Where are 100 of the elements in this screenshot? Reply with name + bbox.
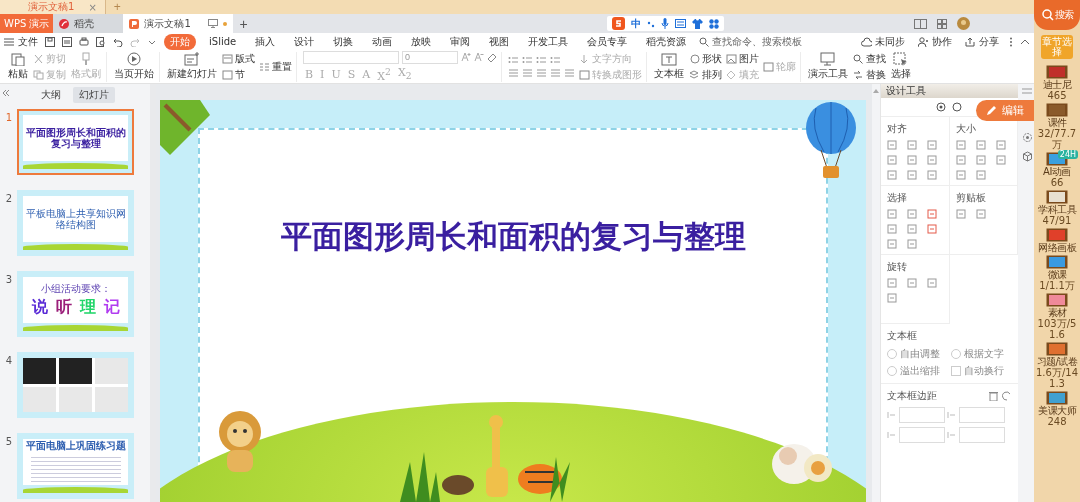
layout-tool-icon[interactable]	[955, 140, 966, 150]
menu-tab[interactable]: 设计	[288, 33, 321, 50]
layout-tool-icon[interactable]	[887, 278, 897, 288]
layout-tool-icon[interactable]	[887, 140, 897, 150]
resource-item[interactable]: 习题/试卷 1.6万/141.3	[1034, 342, 1080, 389]
menu-tab[interactable]: 插入	[249, 33, 282, 50]
shrink-font-icon[interactable]	[474, 52, 484, 63]
radio-option[interactable]: 溢出缩排	[887, 364, 949, 378]
layout-tool-icon[interactable]	[955, 209, 966, 219]
text-box-button[interactable]: 文本框	[653, 52, 685, 81]
menu-tab[interactable]: 稻壳资源	[640, 33, 693, 50]
print-preview-icon[interactable]	[96, 36, 106, 47]
layout-tool-icon[interactable]	[995, 155, 1006, 165]
layout-tool-icon[interactable]	[927, 224, 937, 234]
new-slide-button[interactable]: 新建幻灯片	[166, 52, 218, 81]
menu-tab[interactable]: iSlide	[203, 35, 243, 48]
eraser-icon[interactable]	[487, 52, 497, 63]
margin-spin-field[interactable]	[959, 407, 1005, 423]
resource-item[interactable]: 学科工具 47/91	[1034, 190, 1080, 226]
paragraph-align-icon[interactable]	[522, 67, 533, 78]
layout-tool-icon[interactable]	[975, 209, 986, 219]
print-icon[interactable]	[79, 36, 89, 47]
select-button[interactable]: 选择	[890, 52, 912, 81]
menu-tab[interactable]: 动画	[366, 33, 399, 50]
grow-font-icon[interactable]	[461, 52, 471, 63]
play-from-current-button[interactable]: 当页开始	[113, 52, 155, 81]
save-icon[interactable]	[45, 36, 55, 47]
layout-tool-icon[interactable]	[887, 209, 897, 219]
font-name-field[interactable]	[303, 50, 399, 64]
menu-tab[interactable]: 切换	[327, 33, 360, 50]
microphone-icon[interactable]	[661, 18, 669, 29]
more-options-icon[interactable]	[1009, 36, 1013, 47]
monitor-icon[interactable]	[208, 19, 219, 28]
panel-menu-icon[interactable]	[1022, 88, 1033, 94]
toolbar-action[interactable]: 分享	[962, 34, 1002, 49]
layout-tool-icon[interactable]	[907, 170, 917, 180]
undo-icon[interactable]	[113, 36, 123, 47]
document-tab[interactable]: 稻壳	[53, 14, 124, 33]
layout-tool-icon[interactable]	[887, 155, 897, 165]
cube-icon[interactable]	[1021, 151, 1033, 162]
reset-button[interactable]: 重置	[259, 59, 292, 74]
resource-item[interactable]: 美课大师 248	[1034, 391, 1080, 427]
panel-tab[interactable]: 大纲	[35, 87, 67, 103]
margin-spin-field[interactable]	[959, 427, 1005, 443]
paragraph-align-icon[interactable]	[536, 67, 547, 78]
slide-thumbnail[interactable]: 平面电脑上巩固练习题	[17, 433, 134, 499]
resource-item[interactable]: 迪士尼 465	[1034, 65, 1080, 101]
list-format-icon[interactable]	[550, 55, 561, 66]
grid-icon[interactable]	[709, 18, 719, 29]
shirt-icon[interactable]	[692, 18, 703, 29]
avatar-icon[interactable]	[957, 17, 970, 30]
layout-tool-icon[interactable]	[955, 155, 966, 165]
layout-tool-icon[interactable]	[907, 278, 917, 288]
window-layout-icon[interactable]	[914, 18, 927, 29]
resource-item[interactable]: AI动画 66 24H	[1034, 152, 1080, 188]
shape-button[interactable]: 形状	[689, 51, 722, 66]
paste-button[interactable]: 粘贴	[7, 52, 29, 81]
arrange-button[interactable]: 排列	[689, 67, 722, 82]
margin-spin-field[interactable]	[899, 407, 945, 423]
layout-tool-icon[interactable]	[927, 170, 937, 180]
layout-tool-icon[interactable]	[887, 293, 897, 303]
paragraph-align-icon[interactable]	[564, 67, 575, 78]
layout-tool-icon[interactable]	[975, 140, 986, 150]
document-tab[interactable]: 演示文稿1	[123, 14, 234, 33]
redo-icon[interactable]	[130, 36, 140, 47]
new-tab-button[interactable]: +	[233, 14, 254, 33]
collapse-panel-icon[interactable]	[2, 89, 10, 97]
layout-tool-icon[interactable]	[907, 140, 917, 150]
target-icon[interactable]	[936, 102, 947, 112]
menu-tab[interactable]: 放映	[405, 33, 438, 50]
radio-option[interactable]: 根据文字	[951, 347, 1013, 361]
resource-item[interactable]: 素材 103万/51.6	[1034, 293, 1080, 340]
checkbox[interactable]	[951, 366, 962, 376]
layout-tool-icon[interactable]	[927, 140, 937, 150]
menu-tab[interactable]: 审阅	[444, 33, 477, 50]
replace-button[interactable]: 替换	[853, 67, 886, 82]
collapse-ribbon-icon[interactable]	[1020, 38, 1030, 45]
resource-item[interactable]: 课件 32/77.7万	[1034, 103, 1080, 150]
input-method-bar[interactable]: 中	[607, 16, 724, 31]
layout-tool-icon[interactable]	[887, 224, 897, 234]
layout-tool-icon[interactable]	[907, 155, 917, 165]
find-button[interactable]: 查找	[853, 51, 886, 66]
menu-tab[interactable]: 会员专享	[581, 33, 634, 50]
layout-tool-icon[interactable]	[907, 224, 917, 234]
resource-item[interactable]: 微课 1/1.1万	[1034, 255, 1080, 291]
resource-item[interactable]: 网络画板	[1034, 228, 1080, 253]
layout-tool-icon[interactable]	[887, 170, 897, 180]
list-format-icon[interactable]	[522, 55, 533, 66]
apps-grid-icon[interactable]	[937, 18, 947, 29]
slide-thumbnail[interactable]	[17, 352, 134, 418]
layout-tool-icon[interactable]	[995, 140, 1006, 150]
layout-button[interactable]: 版式	[222, 51, 255, 66]
layout-tool-icon[interactable]	[927, 209, 937, 219]
settings-icon[interactable]	[1021, 132, 1033, 143]
layout-tool-icon[interactable]	[975, 155, 986, 165]
radio-option[interactable]: 自由调整	[887, 347, 949, 361]
layout-tool-icon[interactable]	[955, 170, 966, 180]
file-menu[interactable]: 文件	[4, 34, 38, 49]
presentation-tools-button[interactable]: 演示工具	[807, 52, 849, 81]
picture-button[interactable]: 图片	[726, 51, 759, 66]
